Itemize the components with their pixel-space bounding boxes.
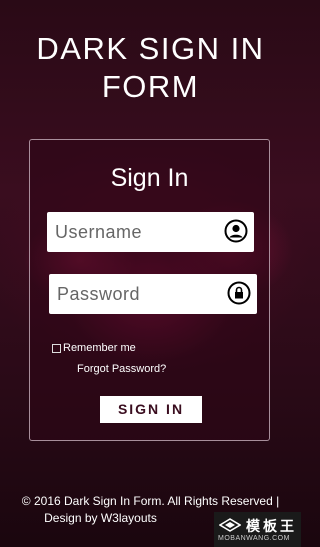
brand-icon	[219, 518, 241, 532]
page-title-line2: FORM	[101, 69, 200, 104]
sign-in-heading: Sign In	[110, 164, 189, 192]
sign-in-button[interactable]: SIGN IN	[100, 396, 202, 423]
forgot-password-link[interactable]: Forgot Password?	[77, 363, 166, 375]
username-field[interactable]: Username	[47, 212, 254, 252]
user-icon	[224, 219, 248, 243]
footer-copyright: © 2016 Dark Sign In Form. All Rights Res…	[21, 494, 280, 508]
lock-icon	[227, 281, 251, 305]
username-placeholder: Username	[55, 222, 143, 242]
password-placeholder: Password	[57, 284, 141, 304]
watermark-logo: 模板王 MOBANWANG.COM	[214, 512, 301, 547]
password-field[interactable]: Password	[49, 274, 257, 314]
page-title-line1: DARK SIGN IN	[36, 31, 265, 66]
remember-label: Remember me	[63, 342, 136, 354]
sign-in-card: Sign In Username Password Remember me Fo…	[29, 139, 270, 441]
page-title: DARK SIGN IN FORM	[0, 30, 301, 106]
watermark-name-en: MOBANWANG.COM	[218, 535, 290, 542]
watermark-name-cn: 模板王	[246, 518, 297, 534]
remember-checkbox[interactable]	[52, 343, 61, 353]
remember-me[interactable]: Remember me	[52, 342, 136, 354]
